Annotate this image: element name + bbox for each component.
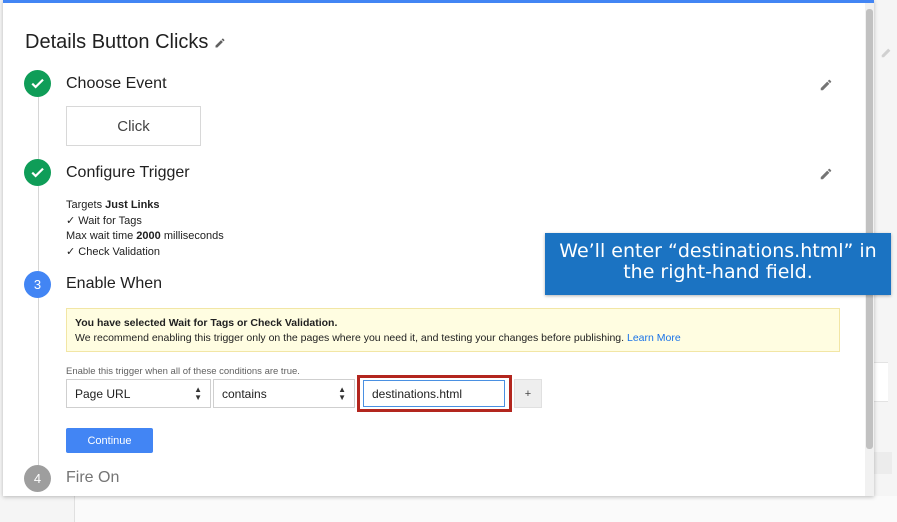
- operator-select-value: contains: [222, 386, 267, 401]
- continue-button[interactable]: Continue: [66, 428, 153, 453]
- background-pencil-icon: [881, 48, 891, 58]
- edit-event-pencil-icon[interactable]: [819, 78, 833, 92]
- conditions-label: Enable this trigger when all of these co…: [66, 366, 300, 377]
- edit-trigger-pencil-icon[interactable]: [819, 167, 833, 181]
- background-footer: [74, 496, 897, 522]
- value-input[interactable]: destinations.html: [363, 380, 505, 407]
- pencil-icon[interactable]: [214, 37, 226, 49]
- targets-line: Targets Just Links: [66, 199, 160, 211]
- select-arrow-icon: ▲ ▼: [194, 384, 202, 402]
- step-3-title: Enable When: [66, 275, 163, 292]
- step-4-number: 4: [24, 465, 51, 492]
- step-2-check-icon: [24, 159, 51, 186]
- step-3-number: 3: [24, 271, 51, 298]
- step-4-title: Fire On: [66, 469, 120, 486]
- background-button: [872, 452, 892, 474]
- variable-select[interactable]: Page URL ▲ ▼: [66, 379, 211, 408]
- step-1-title: Choose Event: [66, 75, 167, 92]
- scrollbar-thumb[interactable]: [866, 9, 873, 449]
- operator-select[interactable]: contains ▲ ▼: [213, 379, 355, 408]
- step-2-title: Configure Trigger: [66, 164, 190, 181]
- callout-line-1: We’ll enter “destinations.html” in: [559, 240, 877, 262]
- notice-title: You have selected Wait for Tags or Check…: [75, 317, 338, 329]
- learn-more-link[interactable]: Learn More: [627, 332, 681, 344]
- add-condition-button[interactable]: +: [514, 379, 542, 408]
- trigger-summary: Targets Just Links ✓ Wait for Tags Max w…: [66, 198, 224, 260]
- event-type-box[interactable]: Click: [66, 106, 201, 146]
- check-validation-line: ✓ Check Validation: [66, 245, 161, 258]
- title-row: Details Button Clicks: [25, 31, 226, 54]
- callout-line-2: the right-hand field.: [623, 261, 813, 283]
- notice-body: We recommend enabling this trigger only …: [75, 332, 681, 344]
- warning-notice: You have selected Wait for Tags or Check…: [66, 308, 840, 352]
- step-1-check-icon: [24, 70, 51, 97]
- page-title: Details Button Clicks: [25, 31, 209, 53]
- max-wait-line: Max wait time 2000 milliseconds: [66, 230, 224, 242]
- select-arrow-icon: ▲ ▼: [338, 384, 346, 402]
- wait-for-tags-line: ✓ Wait for Tags: [66, 214, 142, 227]
- variable-select-value: Page URL: [75, 386, 131, 401]
- event-type-label: Click: [117, 117, 150, 135]
- tutorial-callout: We’ll enter “destinations.html” in the r…: [545, 233, 891, 295]
